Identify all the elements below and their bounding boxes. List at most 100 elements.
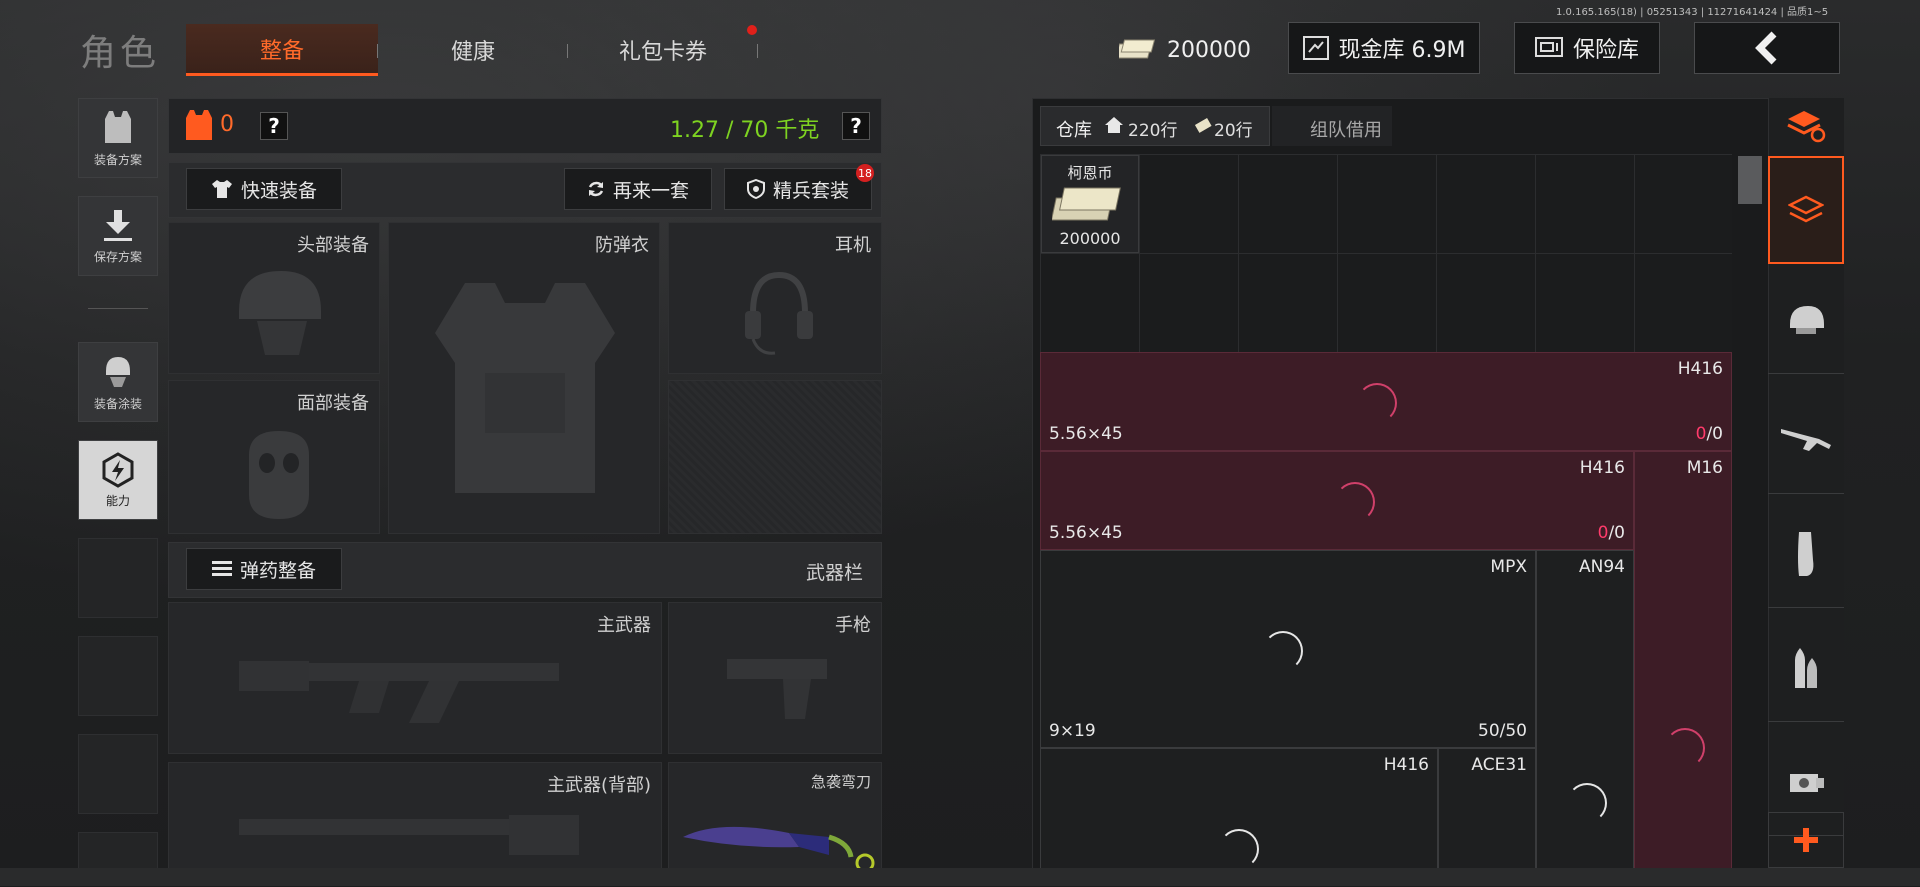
cash-vault-button[interactable]: 现金库 6.9M — [1288, 22, 1480, 74]
empty-menu-slot — [78, 734, 158, 814]
slot-empty — [668, 380, 882, 534]
slot-earphone[interactable]: 耳机 — [668, 222, 882, 374]
elite-set-badge: 18 — [856, 164, 874, 182]
tab-health[interactable]: 健康 — [378, 24, 568, 76]
menu-divider — [88, 308, 148, 309]
item-h416[interactable]: H416 — [1040, 748, 1438, 886]
item-h416-ammo[interactable]: H416 5.56×45 0/0 — [1040, 451, 1634, 550]
item-caliber: 5.56×45 — [1049, 424, 1123, 444]
slot-label: 头部装备 — [297, 235, 369, 256]
safe-vault-button[interactable]: 保险库 — [1514, 22, 1660, 74]
tab-label: 仓库 — [1056, 120, 1092, 141]
notification-dot — [747, 25, 757, 35]
menu-label: 装备涂装 — [93, 396, 142, 411]
count-max: /0 — [1608, 523, 1625, 543]
tab-label: 整备 — [259, 38, 304, 64]
version-text: 1.0.165.165(18) | 05251343 | 11271641424… — [1556, 7, 1829, 18]
layers-icon — [1788, 195, 1824, 223]
menu-label: 保存方案 — [93, 249, 142, 264]
money-value: 200000 — [1167, 37, 1251, 63]
item-m16[interactable]: M16 — [1634, 451, 1732, 886]
weapon-bar-label: 武器栏 — [806, 562, 864, 584]
money-display: 200000 — [1116, 24, 1254, 76]
slot-label: 面部装备 — [297, 393, 369, 414]
filter-helmet[interactable] — [1768, 266, 1844, 374]
item-caliber: 9×19 — [1049, 721, 1096, 741]
safe-vault-label: 保险库 — [1572, 38, 1639, 63]
item-ace31[interactable]: ACE31 — [1438, 748, 1536, 886]
save-plan-button[interactable]: 保存方案 — [78, 196, 158, 276]
storage-grid[interactable]: 柯恩币 200000 H416 5.56×45 0/0 H416 5.56×45… — [1040, 154, 1732, 886]
armor-icon — [184, 108, 214, 146]
armor-count: 0 — [220, 112, 234, 137]
add-storage-button[interactable] — [1768, 812, 1844, 868]
equipment-skin-button[interactable]: 装备涂装 — [78, 342, 158, 422]
slot-label: 急袭弯刀 — [810, 773, 871, 791]
item-cohen-coin[interactable]: 柯恩币 200000 — [1041, 155, 1139, 253]
slot-body-armor[interactable]: 防弹衣 — [388, 222, 660, 534]
filter-rifle[interactable] — [1768, 386, 1844, 494]
item-count: 0/0 — [1696, 424, 1723, 444]
body-armor-icon — [435, 283, 615, 493]
tab-label: 组队借用 — [1310, 120, 1382, 141]
quick-equip-label: 快速装备 — [240, 179, 317, 202]
ability-button[interactable]: 能力 — [78, 440, 158, 520]
slot-pistol[interactable]: 手枪 — [668, 602, 882, 754]
slot-face[interactable]: 面部装备 — [168, 380, 380, 534]
scrollbar-thumb[interactable] — [1738, 156, 1762, 204]
loading-spinner — [1665, 728, 1705, 768]
slot-label: 耳机 — [835, 235, 871, 256]
cash-vault-label: 现金库 6.9M — [1338, 38, 1466, 63]
download-icon — [104, 209, 132, 241]
empty-menu-slot — [78, 538, 158, 618]
item-name: M16 — [1686, 458, 1723, 478]
cash-icon — [1119, 39, 1156, 59]
slot-label: 手枪 — [835, 615, 871, 636]
filter-magazine[interactable] — [1768, 500, 1844, 608]
item-name: H416 — [1383, 755, 1429, 775]
chevron-left-icon — [1755, 31, 1777, 65]
home-icon — [1104, 116, 1124, 138]
red-dot-sight-icon — [1790, 773, 1824, 792]
item-count: 50/50 — [1478, 721, 1527, 741]
row-count-ticket: 20行 — [1214, 121, 1253, 141]
face-mask-icon — [249, 431, 309, 519]
storage-scrollbar[interactable] — [1734, 154, 1766, 886]
back-button[interactable] — [1694, 22, 1840, 74]
tab-label: 礼包卡券 — [618, 40, 707, 65]
karambit-knife-icon — [683, 826, 875, 873]
cash-stack-icon — [1052, 187, 1121, 221]
plus-icon — [1794, 828, 1818, 852]
item-name: MPX — [1490, 557, 1527, 577]
loading-spinner — [1335, 482, 1375, 522]
helmet-icon — [1790, 305, 1824, 334]
weight-help-button[interactable]: ? — [842, 112, 870, 140]
item-mpx[interactable]: MPX 9×19 50/50 — [1040, 550, 1536, 748]
loadout-plan-button[interactable]: 装备方案 — [78, 98, 158, 178]
tab-gift-coupons[interactable]: 礼包卡券 — [568, 24, 758, 76]
armor-help-button[interactable]: ? — [260, 112, 288, 140]
loading-spinner — [1567, 783, 1607, 823]
sort-button[interactable] — [1768, 98, 1844, 154]
filter-ammo[interactable] — [1768, 614, 1844, 722]
row-count-home: 220行 — [1128, 121, 1178, 141]
rifle-icon — [239, 661, 559, 723]
ammo-icon — [211, 561, 232, 576]
item-count: 0/0 — [1598, 523, 1625, 543]
layers-refresh-icon — [1787, 111, 1826, 143]
reroll-button[interactable]: 再来一套 — [564, 168, 712, 210]
shirt-icon — [211, 180, 232, 198]
tab-divider — [757, 44, 758, 58]
vault-icon — [1302, 36, 1329, 60]
elite-set-button[interactable]: 精兵套装 — [724, 168, 872, 210]
item-an94[interactable]: AN94 — [1536, 550, 1634, 886]
quick-equip-button[interactable]: 快速装备 — [186, 168, 342, 210]
vest-icon — [105, 110, 131, 143]
slot-head[interactable]: 头部装备 — [168, 222, 380, 374]
ammo-equip-label: 弹药整备 — [239, 559, 316, 582]
filter-all[interactable] — [1768, 156, 1844, 264]
ammo-equip-button[interactable]: 弹药整备 — [186, 548, 342, 590]
slot-primary-weapon[interactable]: 主武器 — [168, 602, 662, 754]
item-h416-ammo[interactable]: H416 5.56×45 0/0 — [1040, 352, 1732, 451]
tab-equip[interactable]: 整备 — [186, 24, 378, 76]
